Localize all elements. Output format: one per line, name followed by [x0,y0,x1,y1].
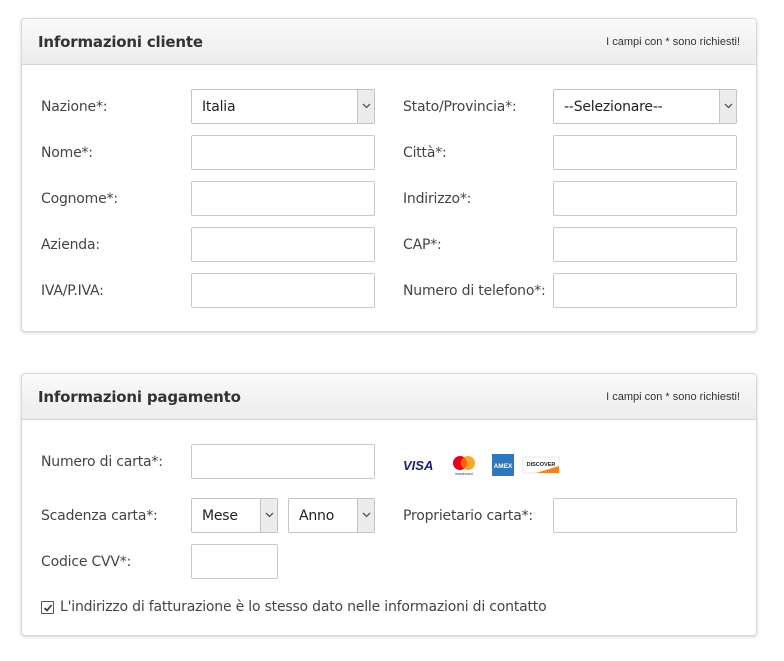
vat-label: IVA/P.IVA: [41,283,104,299]
country-select[interactable]: Italia [191,89,375,124]
same-address-checkbox[interactable] [41,601,54,614]
customer-info-panel: Informazioni cliente I campi con * sono … [21,18,757,332]
payment-info-panel: Informazioni pagamento I campi con * son… [21,373,757,636]
zip-input[interactable] [553,227,737,262]
payment-info-header: Informazioni pagamento I campi con * son… [22,374,756,420]
chevron-down-icon [719,90,736,123]
address-input[interactable] [553,181,737,216]
state-label: Stato/Provincia*: [403,99,517,115]
mastercard-logo-text: mastercard [455,472,473,476]
phone-input[interactable] [553,273,737,308]
required-fields-note: I campi con * sono richiesti! [606,36,740,48]
company-input[interactable] [191,227,375,262]
company-label: Azienda: [41,237,100,253]
country-select-value: Italia [202,99,236,115]
address-label: Indirizzo*: [403,191,472,207]
discover-logo-icon: DISCOVER [522,456,560,474]
lastname-input[interactable] [191,181,375,216]
phone-label: Numero di telefono*: [403,283,546,299]
chevron-down-icon [357,90,374,123]
card-number-input[interactable] [191,444,375,479]
amex-logo-icon: AMEX [492,454,514,476]
vat-input[interactable] [191,273,375,308]
card-holder-label: Proprietario carta*: [403,508,533,524]
checkmark-icon [43,604,53,612]
expiry-month-value: Mese [202,508,238,524]
expiry-year-value: Anno [299,508,335,524]
city-label: Città*: [403,145,447,161]
card-number-label: Numero di carta*: [41,454,163,470]
expiry-month-select[interactable]: Mese [191,498,278,533]
visa-logo-icon: VISA [403,458,433,473]
cvv-label: Codice CVV*: [41,554,132,570]
firstname-label: Nome*: [41,145,93,161]
customer-info-title: Informazioni cliente [38,33,203,51]
zip-label: CAP*: [403,237,442,253]
cvv-input[interactable] [191,544,278,579]
expiry-label: Scadenza carta*: [41,508,158,524]
same-address-label[interactable]: L'indirizzo di fatturazione è lo stesso … [60,599,547,615]
payment-info-title: Informazioni pagamento [38,388,241,406]
state-select[interactable]: --Selezionare-- [553,89,737,124]
chevron-down-icon [260,499,277,532]
city-input[interactable] [553,135,737,170]
mastercard-logo-icon: mastercard [453,456,475,476]
chevron-down-icon [357,499,374,532]
discover-logo-text: DISCOVER [527,462,556,468]
expiry-year-select[interactable]: Anno [288,498,375,533]
firstname-input[interactable] [191,135,375,170]
country-label: Nazione*: [41,99,108,115]
visa-logo-text: VISA [403,458,433,473]
customer-info-header: Informazioni cliente I campi con * sono … [22,19,756,65]
amex-logo-text: AMEX [494,463,513,470]
required-fields-note: I campi con * sono richiesti! [606,391,740,403]
lastname-label: Cognome*: [41,191,118,207]
state-select-value: --Selezionare-- [564,99,663,115]
card-holder-input[interactable] [553,498,737,533]
